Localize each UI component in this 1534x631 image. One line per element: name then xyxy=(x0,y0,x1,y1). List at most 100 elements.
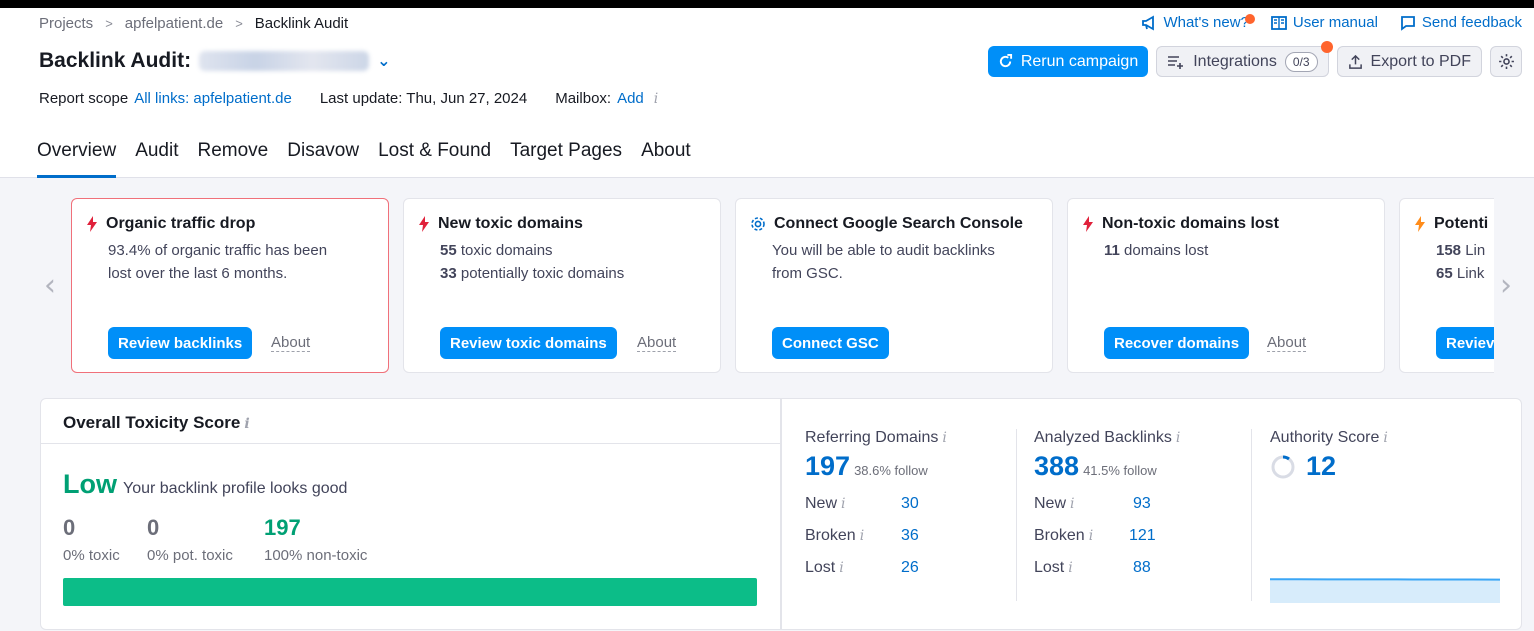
ab-new-row: New i 93 xyxy=(1034,495,1151,512)
analyzed-backlinks-follow: 41.5% follow xyxy=(1083,463,1157,478)
breadcrumb-project[interactable]: apfelpatient.de xyxy=(125,15,223,32)
window-top-bar xyxy=(0,0,1534,8)
rerun-label: Rerun campaign xyxy=(1020,52,1139,70)
divider xyxy=(1251,429,1252,601)
send-feedback-label: Send feedback xyxy=(1421,14,1522,31)
divider xyxy=(41,443,780,444)
about-link[interactable]: About xyxy=(271,334,311,352)
tab-audit[interactable]: Audit xyxy=(135,140,178,178)
referring-domains-value[interactable]: 197 xyxy=(805,451,850,481)
card-text: You will be able to audit backlinks from … xyxy=(772,242,995,282)
non-toxic-label: 100% non-toxic xyxy=(264,547,368,564)
toxicity-level-word: Low xyxy=(63,469,117,499)
blurred-domain xyxy=(199,51,370,71)
toxicity-panel: Overall Toxicity Score i Low Your backlin… xyxy=(40,398,781,630)
tab-remove[interactable]: Remove xyxy=(198,140,269,178)
rerun-campaign-button[interactable]: Rerun campaign xyxy=(987,46,1149,77)
card-title: Connect Google Search Console xyxy=(750,215,1023,233)
tab-disavow[interactable]: Disavow xyxy=(287,140,359,178)
ab-lost-row: Lost i 88 xyxy=(1034,559,1151,576)
card-potentially-toxic: Potenti 158 Lin 65 Link Reviev xyxy=(1399,198,1494,373)
info-icon[interactable]: i xyxy=(654,91,658,107)
chevron-right-icon: > xyxy=(105,16,113,31)
tab-about[interactable]: About xyxy=(641,140,691,178)
analyzed-backlinks: Analyzed Backlinks i 388 41.5% follow xyxy=(1034,429,1180,481)
ab-lost-value[interactable]: 88 xyxy=(1133,559,1151,577)
megaphone-icon xyxy=(1142,14,1155,31)
referring-domains-label: Referring Domains xyxy=(805,429,939,446)
non-toxic-count[interactable]: 197 xyxy=(264,515,301,541)
whats-new-link[interactable]: What's new? xyxy=(1141,14,1255,31)
report-scope-link[interactable]: All links: apfelpatient.de xyxy=(134,90,292,107)
card-title-text: New toxic domains xyxy=(438,215,583,232)
carousel-next-arrow[interactable]: › xyxy=(1500,268,1512,303)
mailbox-label: Mailbox: xyxy=(555,90,612,107)
card-title-text: Connect Google Search Console xyxy=(774,215,1023,232)
notification-dot xyxy=(1244,14,1255,24)
page-header: Projects > apfelpatient.de > Backlink Au… xyxy=(0,8,1534,178)
chat-icon xyxy=(1401,15,1415,31)
info-icon[interactable]: i xyxy=(1383,430,1387,446)
tab-target-pages[interactable]: Target Pages xyxy=(510,140,622,178)
integrations-button[interactable]: Integrations 0/3 xyxy=(1156,41,1333,77)
upload-icon xyxy=(1348,54,1362,69)
card-text: 11 domains lost xyxy=(1104,242,1209,259)
book-icon xyxy=(1270,15,1287,30)
user-manual-link[interactable]: User manual xyxy=(1270,14,1378,31)
toxic-label: 0% toxic xyxy=(63,547,120,564)
user-manual-label: User manual xyxy=(1292,14,1378,31)
info-icon[interactable]: i xyxy=(244,416,249,432)
authority-score-value[interactable]: 12 xyxy=(1306,451,1336,482)
card-title-text: Non-toxic domains lost xyxy=(1102,215,1279,232)
gear-icon xyxy=(1498,54,1514,69)
whats-new-label: What's new? xyxy=(1163,14,1249,31)
tab-lost-found[interactable]: Lost & Found xyxy=(378,140,491,178)
score-ring-icon xyxy=(1271,455,1295,478)
export-pdf-button[interactable]: Export to PDF xyxy=(1336,46,1482,77)
lightning-icon xyxy=(87,216,97,232)
chevron-down-icon[interactable]: ⌄ xyxy=(377,51,390,71)
info-icon[interactable]: i xyxy=(1176,430,1180,446)
report-scope-label: Report scope xyxy=(39,90,129,107)
analyzed-backlinks-value[interactable]: 388 xyxy=(1034,451,1079,481)
review-backlinks-button[interactable]: Review backlinks xyxy=(108,327,253,359)
about-link[interactable]: About xyxy=(637,334,677,352)
metrics-panel: Referring Domains i 197 38.6% follow New i 3… xyxy=(781,398,1522,630)
last-update: Last update: Thu, Jun 27, 2024 xyxy=(319,90,528,107)
toxicity-title: Overall Toxicity Score i xyxy=(63,413,250,432)
connect-gsc-button[interactable]: Connect GSC xyxy=(772,327,889,359)
rd-broken-row: Broken i 36 xyxy=(805,527,919,544)
rd-lost-value[interactable]: 26 xyxy=(901,559,919,577)
breadcrumb: Projects > apfelpatient.de > Backlink Au… xyxy=(39,15,348,32)
toxic-count[interactable]: 0 xyxy=(63,515,75,541)
about-link[interactable]: About xyxy=(1267,334,1307,352)
card-non-toxic-domains-lost: Non-toxic domains lost 11 domains lost R… xyxy=(1067,198,1385,373)
mailbox-add-link[interactable]: Add xyxy=(617,90,644,107)
authority-score-label: Authority Score xyxy=(1270,429,1380,446)
toxicity-message: Your backlink profile looks good xyxy=(123,480,348,497)
ab-broken-value[interactable]: 121 xyxy=(1129,527,1156,545)
lightning-icon xyxy=(1415,216,1425,232)
settings-button[interactable] xyxy=(1490,46,1522,77)
pot-toxic-count[interactable]: 0 xyxy=(147,515,159,541)
report-scope: Report scope All links: apfelpatient.de … xyxy=(39,90,658,107)
insight-carousel: Organic traffic drop 93.4% of organic tr… xyxy=(40,198,1494,374)
send-feedback-link[interactable]: Send feedback xyxy=(1400,14,1522,31)
review-toxic-domains-button[interactable]: Review toxic domains xyxy=(440,327,617,359)
card-title: Organic traffic drop xyxy=(86,215,255,233)
page-title: Backlink Audit: ⌄ xyxy=(39,49,390,73)
breadcrumb-projects[interactable]: Projects xyxy=(39,15,93,32)
rd-new-value[interactable]: 30 xyxy=(901,495,919,513)
recover-domains-button[interactable]: Recover domains xyxy=(1104,327,1250,359)
card-text: 55 toxic domains 33 potentially toxic dom… xyxy=(440,242,625,282)
tab-overview[interactable]: Overview xyxy=(37,140,117,178)
export-label: Export to PDF xyxy=(1370,52,1471,70)
info-icon[interactable]: i xyxy=(942,430,946,446)
card-title: Non-toxic domains lost xyxy=(1082,215,1279,233)
ab-new-value[interactable]: 93 xyxy=(1133,495,1151,513)
lightning-icon xyxy=(1083,216,1093,232)
rd-broken-value[interactable]: 36 xyxy=(901,527,919,545)
card-connect-gsc: Connect Google Search Console You will b… xyxy=(735,198,1053,373)
pot-toxic-label: 0% pot. toxic xyxy=(147,547,233,564)
review-button[interactable]: Reviev xyxy=(1436,327,1494,359)
